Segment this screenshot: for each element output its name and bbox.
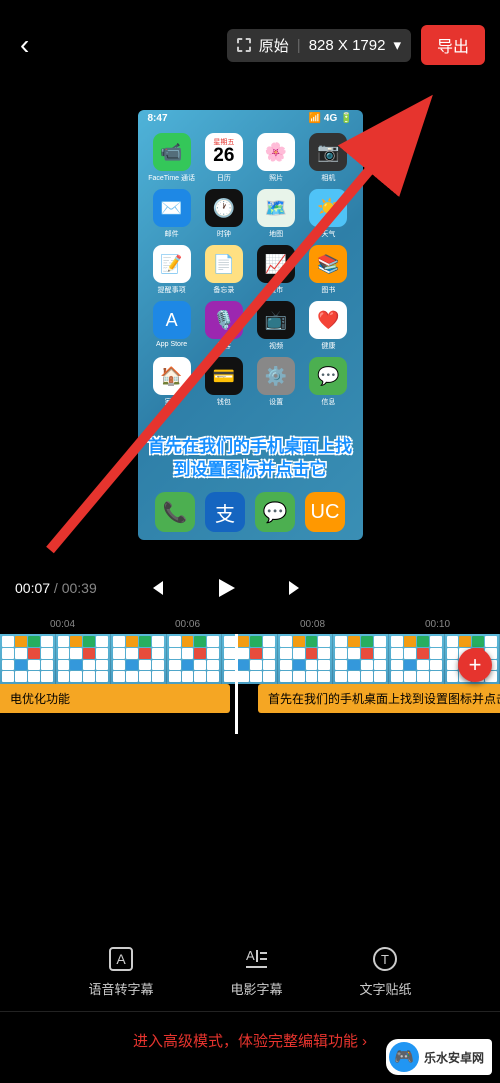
movie-subtitle-icon: A	[243, 946, 269, 972]
app-icon: 📺视频	[252, 301, 300, 351]
video-track[interactable]	[0, 634, 500, 684]
app-icon: AApp Store	[148, 301, 196, 351]
dock-icon: 📞	[155, 492, 195, 532]
text-sticker-icon: T	[372, 946, 398, 972]
timeline-thumbnail[interactable]	[167, 634, 223, 684]
app-icon: 星期五26日历	[200, 133, 248, 183]
app-icon: ❤️健康	[304, 301, 352, 351]
app-icon: ✉️邮件	[148, 189, 196, 239]
play-button[interactable]	[215, 577, 237, 599]
playhead[interactable]	[235, 634, 238, 734]
caption-clip[interactable]: 电优化功能	[0, 684, 230, 713]
app-icon: 📝提醒事项	[148, 245, 196, 295]
app-icon: ☀️天气	[304, 189, 352, 239]
app-icon: 💳钱包	[200, 357, 248, 407]
app-icon: 📷相机	[304, 133, 352, 183]
timeline-thumbnail[interactable]	[56, 634, 112, 684]
next-button[interactable]	[287, 579, 305, 597]
timeline-thumbnail[interactable]	[278, 634, 334, 684]
dock-icon: 💬	[255, 492, 295, 532]
app-icon: 🎙️播客	[200, 301, 248, 351]
text-sticker-button[interactable]: T 文字贴纸	[359, 946, 411, 998]
resolution-mode: 原始	[259, 35, 289, 56]
app-icon: 📹FaceTime 通话	[148, 133, 196, 183]
app-icon: 💬信息	[304, 357, 352, 407]
timeline[interactable]: + 电优化功能 首先在我们的手机桌面上找到设置图标并点击它	[0, 634, 500, 704]
timeline-thumbnail[interactable]	[333, 634, 389, 684]
app-icon: 🌸照片	[252, 133, 300, 183]
app-icon: 🕐时钟	[200, 189, 248, 239]
watermark: 🎮 乐水安卓网	[386, 1039, 492, 1075]
voice-subtitle-icon: A	[108, 946, 134, 972]
app-icon: 🗺️地图	[252, 189, 300, 239]
watermark-icon: 🎮	[389, 1042, 419, 1072]
resolution-value: 828 X 1792	[309, 37, 386, 54]
app-icon: 📚图书	[304, 245, 352, 295]
dock-icon: 支	[205, 492, 245, 532]
preview-content: 8:47 📶 4G 🔋 📹FaceTime 通话星期五26日历🌸照片📷相机 ✉️邮…	[138, 110, 363, 540]
svg-text:A: A	[116, 951, 126, 967]
voice-to-subtitle-button[interactable]: A 语音转字幕	[88, 946, 153, 998]
prev-button[interactable]	[147, 579, 165, 597]
status-signal: 📶 4G 🔋	[309, 113, 353, 124]
preview-subtitle: 首先在我们的手机桌面上找到设置图标并点击它	[138, 436, 363, 482]
timeline-ruler[interactable]: 00:0400:0600:0800:10	[0, 615, 500, 634]
app-icon: ⚙️设置	[252, 357, 300, 407]
svg-text:A: A	[246, 948, 255, 963]
status-time: 8:47	[148, 113, 168, 124]
timeline-thumbnail[interactable]	[111, 634, 167, 684]
movie-subtitle-button[interactable]: A 电影字幕	[230, 946, 282, 998]
timeline-thumbnail[interactable]	[389, 634, 445, 684]
app-icon: 📄备忘录	[200, 245, 248, 295]
caption-clip[interactable]: 首先在我们的手机桌面上找到设置图标并点击它	[258, 684, 500, 713]
app-icon: 🏠家庭	[148, 357, 196, 407]
crop-icon	[237, 38, 251, 52]
timecode: 00:07 / 00:39	[15, 580, 97, 596]
svg-text:T: T	[382, 952, 390, 967]
add-clip-button[interactable]: +	[458, 648, 492, 682]
timeline-thumbnail[interactable]	[222, 634, 278, 684]
back-button[interactable]: ‹	[20, 29, 29, 61]
app-icon: 📈股市	[252, 245, 300, 295]
video-preview[interactable]: 8:47 📶 4G 🔋 📹FaceTime 通话星期五26日历🌸照片📷相机 ✉️邮…	[0, 90, 500, 560]
dock-icon: UC	[305, 492, 345, 532]
resolution-selector[interactable]: 原始 | 828 X 1792 ▾	[227, 29, 411, 62]
chevron-right-icon: ›	[362, 1033, 367, 1050]
timeline-thumbnail[interactable]	[0, 634, 56, 684]
chevron-down-icon: ▾	[393, 36, 401, 54]
export-button[interactable]: 导出	[421, 25, 485, 65]
